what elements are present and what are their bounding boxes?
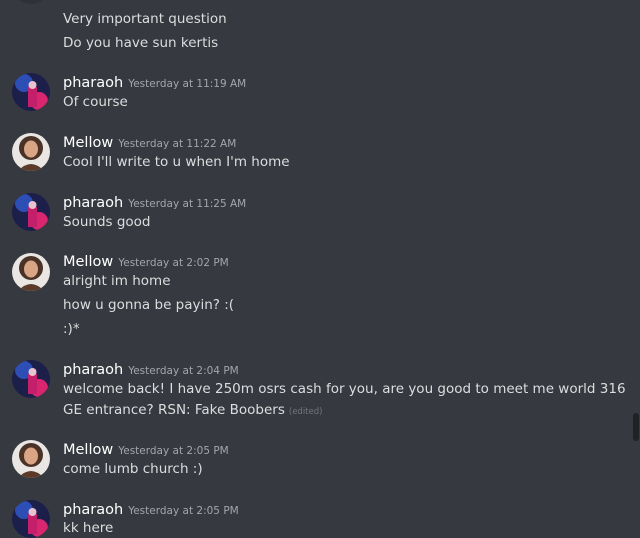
neon-figure-icon (12, 193, 50, 231)
avatar[interactable] (12, 500, 50, 538)
username[interactable]: pharaoh (63, 502, 123, 518)
username[interactable]: pharaoh (63, 195, 123, 211)
timestamp: Yesterday at 2:05 PM (128, 505, 239, 517)
message-text: GE entrance? RSN: Fake Boobers (edited) (63, 401, 322, 421)
username[interactable]: pharaoh (63, 75, 123, 91)
neon-figure-icon (12, 500, 50, 538)
message-header: pharaoh Yesterday at 2:04 PM (63, 360, 239, 380)
woman-portrait-icon (12, 440, 50, 478)
timestamp: Yesterday at 11:25 AM (128, 198, 247, 210)
message-text: welcome back! I have 250m osrs cash for … (63, 381, 626, 397)
message-text: :)* (63, 321, 80, 337)
message-header: Mellow Yesterday at 2:05 PM (63, 440, 229, 460)
woman-portrait-icon (12, 133, 50, 171)
timestamp: Yesterday at 11:19 AM (128, 78, 247, 90)
avatar[interactable] (12, 73, 50, 111)
woman-portrait-icon (12, 253, 50, 291)
message-text: alright im home (63, 273, 171, 289)
timestamp: Yesterday at 11:22 AM (118, 138, 237, 150)
timestamp: Yesterday at 2:04 PM (128, 365, 239, 377)
avatar[interactable] (12, 253, 50, 291)
message-text: Of course (63, 94, 128, 110)
timestamp: Yesterday at 2:05 PM (118, 445, 229, 457)
username[interactable]: Mellow (63, 254, 113, 270)
message-header: pharaoh Yesterday at 2:05 PM (63, 500, 239, 520)
avatar[interactable] (12, 440, 50, 478)
message-text: come lumb church :) (63, 461, 203, 477)
scrollbar-thumb[interactable] (633, 413, 639, 441)
username[interactable]: Mellow (63, 135, 113, 151)
username[interactable]: Mellow (63, 442, 113, 458)
username[interactable]: pharaoh (63, 362, 123, 378)
chat-message-list: Very important question Do you have sun … (0, 0, 640, 538)
message-text: kk here (63, 520, 114, 536)
message-text: Cool I'll write to u when I'm home (63, 154, 290, 170)
message-text-part: GE entrance? RSN: Fake Boobers (63, 402, 285, 418)
message-text: how u gonna be payin? :( (63, 297, 235, 313)
neon-figure-icon (12, 73, 50, 111)
message-text: Do you have sun kertis (63, 35, 219, 51)
message-header: pharaoh Yesterday at 11:19 AM (63, 73, 246, 93)
neon-figure-icon (12, 360, 50, 398)
message-text: Sounds good (63, 214, 151, 230)
avatar[interactable] (12, 133, 50, 171)
edited-label: (edited) (288, 407, 323, 417)
avatar[interactable] (12, 0, 50, 4)
avatar[interactable] (12, 360, 50, 398)
avatar[interactable] (12, 193, 50, 231)
message-text: Very important question (63, 11, 227, 27)
message-header: Mellow Yesterday at 2:02 PM (63, 252, 229, 272)
timestamp: Yesterday at 2:02 PM (118, 257, 229, 269)
message-header: pharaoh Yesterday at 11:25 AM (63, 193, 246, 213)
message-header: Mellow Yesterday at 11:22 AM (63, 133, 236, 153)
